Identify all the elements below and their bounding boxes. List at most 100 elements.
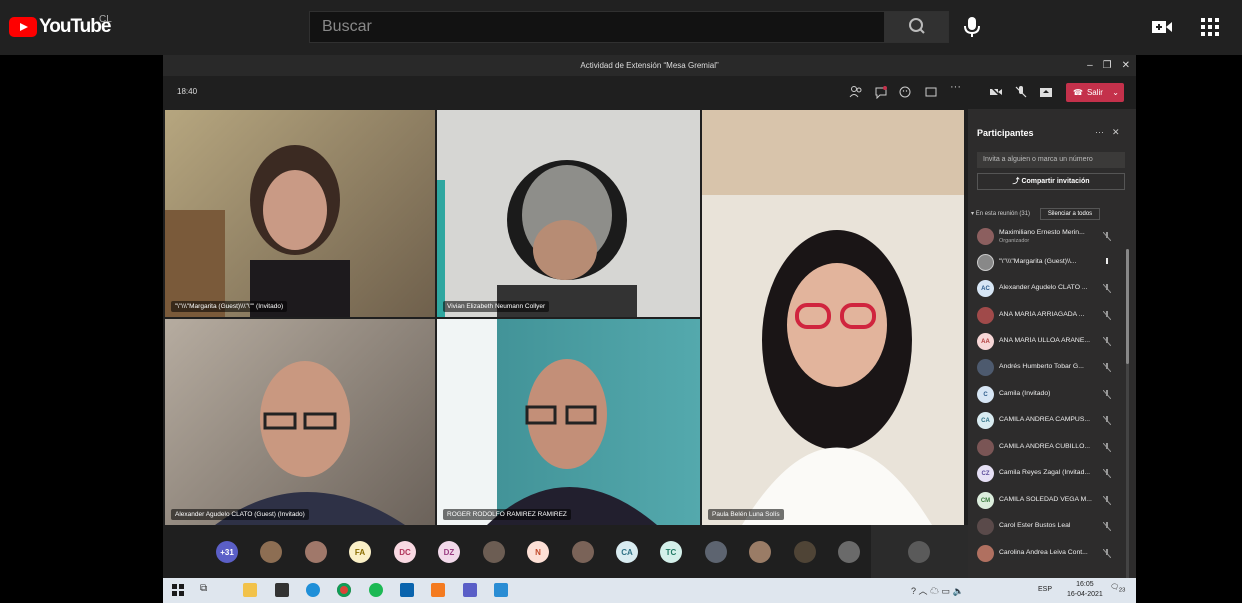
avatar[interactable]: DZ bbox=[438, 541, 460, 563]
avatar[interactable]: FA bbox=[349, 541, 371, 563]
participant-row[interactable]: Andrés Humberto Tobar G... bbox=[977, 356, 1127, 378]
clock-date: 16-04-2021 bbox=[1067, 591, 1103, 598]
youtube-play-icon bbox=[9, 17, 37, 37]
participant-name: Camila Reyes Zagal (Invitad... bbox=[999, 469, 1091, 476]
participant-name: Camila (Invitado) bbox=[999, 390, 1051, 397]
avatar[interactable] bbox=[838, 541, 860, 563]
participant-name: CAMILA ANDREA CUBILLO... bbox=[999, 443, 1091, 450]
youtube-logo[interactable]: YouTube CL bbox=[9, 14, 112, 38]
edge-icon[interactable] bbox=[306, 583, 320, 597]
participant-row[interactable]: Maximiliano Ernesto Merin... Organizador bbox=[977, 225, 1127, 247]
participants-icon[interactable] bbox=[849, 85, 863, 99]
scrollbar-thumb[interactable] bbox=[1126, 249, 1129, 364]
windows-start-icon[interactable] bbox=[171, 583, 185, 597]
meeting-toolbar: 18:40 ··· ☎ Salir ⌄ bbox=[163, 76, 1136, 109]
reactions-icon[interactable] bbox=[899, 85, 913, 99]
avatar bbox=[977, 439, 994, 456]
search-input[interactable]: Buscar bbox=[309, 11, 885, 43]
create-video-icon[interactable] bbox=[1151, 17, 1173, 37]
chrome-icon[interactable] bbox=[337, 583, 351, 597]
system-tray-icons[interactable]: ? ︿ ☁ ▭ 🔈 bbox=[911, 584, 964, 597]
rooms-icon[interactable] bbox=[924, 85, 938, 99]
avatar[interactable]: N bbox=[527, 541, 549, 563]
avatar: CA bbox=[977, 412, 994, 429]
avatar[interactable] bbox=[260, 541, 282, 563]
participant-row[interactable]: CZ Camila Reyes Zagal (Invitad... bbox=[977, 462, 1127, 484]
chat-icon[interactable] bbox=[874, 85, 888, 99]
language-indicator[interactable]: ESP bbox=[1038, 586, 1052, 593]
section-header[interactable]: ▾ En esta reunión (31) bbox=[971, 210, 1030, 217]
avatar[interactable]: CA bbox=[616, 541, 638, 563]
avatar[interactable] bbox=[305, 541, 327, 563]
participant-row[interactable]: CA CAMILA ANDREA CAMPUS... bbox=[977, 409, 1127, 431]
avatar[interactable] bbox=[794, 541, 816, 563]
leave-label: Salir bbox=[1086, 88, 1103, 97]
avatar: AC bbox=[977, 280, 994, 297]
avatar[interactable] bbox=[483, 541, 505, 563]
mic-off-icon[interactable] bbox=[1014, 85, 1028, 99]
video-tile[interactable]: Alexander Agudelo CLATO (Guest) (Invitad… bbox=[165, 319, 435, 525]
participant-name: CAMILA SOLEDAD VEGA M... bbox=[999, 496, 1092, 503]
apps-grid-icon[interactable] bbox=[1201, 18, 1219, 36]
video-tile[interactable]: Paula Belén Luna Solís bbox=[702, 110, 964, 525]
spotify-icon[interactable] bbox=[369, 583, 383, 597]
close-icon[interactable]: ✕ bbox=[1122, 60, 1130, 71]
panel-more-icon[interactable]: ··· bbox=[1095, 127, 1104, 137]
notification-center[interactable]: 🗨23 bbox=[1110, 583, 1125, 593]
avatar bbox=[977, 545, 994, 562]
file-explorer-icon[interactable] bbox=[243, 583, 257, 597]
app-icon[interactable] bbox=[494, 583, 508, 597]
window-title: Actividad de Extensión “Mesa Gremial” bbox=[163, 55, 1136, 76]
participant-row[interactable]: Carol Ester Bustos Leal bbox=[977, 515, 1127, 537]
invite-input[interactable]: Invita a alguien o marca un número bbox=[977, 152, 1125, 168]
video-tile[interactable]: Vivian Elizabeth Neumann Collyer bbox=[437, 110, 700, 317]
foxit-icon[interactable] bbox=[431, 583, 445, 597]
participant-row[interactable]: Carolina Andrea Leiva Cont... bbox=[977, 542, 1127, 564]
participant-row[interactable]: AC Alexander Agudelo CLATO ... bbox=[977, 277, 1127, 299]
avatar[interactable]: TC bbox=[660, 541, 682, 563]
participant-video bbox=[215, 361, 405, 525]
participant-row[interactable]: CM CAMILA SOLEDAD VEGA M... bbox=[977, 489, 1127, 511]
microphone-icon[interactable] bbox=[962, 16, 982, 38]
leave-button[interactable]: ☎ Salir ⌄ bbox=[1066, 83, 1124, 102]
participant-role: Organizador bbox=[999, 238, 1030, 244]
avatar: CZ bbox=[977, 465, 994, 482]
participant-row[interactable]: AA ANA MARÍA ULLOA ARANE... bbox=[977, 330, 1127, 352]
avatar: C bbox=[977, 386, 994, 403]
video-tile[interactable]: ROGER RODOLFO RAMIREZ RAMIREZ bbox=[437, 319, 700, 525]
avatar: CM bbox=[977, 492, 994, 509]
camera-off-icon[interactable] bbox=[989, 85, 1003, 99]
minimize-icon[interactable]: – bbox=[1087, 60, 1093, 71]
maximize-icon[interactable]: ❐ bbox=[1103, 60, 1112, 71]
participant-name: ANA MARÍA ARRIAGADA ... bbox=[999, 311, 1085, 318]
mute-all-button[interactable]: Silenciar a todos bbox=[1040, 208, 1100, 220]
avatar[interactable]: DC bbox=[394, 541, 416, 563]
share-screen-icon[interactable] bbox=[1039, 85, 1053, 99]
search-button[interactable] bbox=[884, 11, 949, 43]
participant-name: Carol Ester Bustos Leal bbox=[999, 522, 1071, 529]
participant-row[interactable]: C Camila (Invitado) bbox=[977, 383, 1127, 405]
section-label: En esta reunión (31) bbox=[975, 211, 1031, 217]
participant-strip: +31 FA DC DZ N CA TC bbox=[163, 525, 968, 578]
panel-close-icon[interactable]: ✕ bbox=[1112, 127, 1120, 138]
chevron-down-icon[interactable]: ⌄ bbox=[1112, 88, 1119, 97]
avatar[interactable] bbox=[572, 541, 594, 563]
store-icon[interactable] bbox=[275, 583, 289, 597]
panel-scrollbar[interactable] bbox=[1126, 249, 1129, 579]
outlook-icon[interactable] bbox=[400, 583, 414, 597]
self-view[interactable] bbox=[871, 525, 968, 578]
task-view-icon[interactable]: ⧉ bbox=[200, 583, 214, 597]
participant-row[interactable]: CAMILA ANDREA CUBILLO... bbox=[977, 436, 1127, 458]
avatar[interactable] bbox=[705, 541, 727, 563]
more-options-icon[interactable]: ··· bbox=[950, 81, 964, 95]
teams-icon[interactable] bbox=[463, 583, 477, 597]
participant-row[interactable]: ANA MARÍA ARRIAGADA ... bbox=[977, 304, 1127, 326]
avatar[interactable] bbox=[749, 541, 771, 563]
video-tile[interactable]: "\"\\\"Margarita (Guest)\\\"\"" (Invitad… bbox=[165, 110, 435, 317]
share-invite-button[interactable]: ⤴ Compartir invitación bbox=[977, 173, 1125, 190]
clock[interactable]: 16:05 16-04-2021 bbox=[1067, 580, 1103, 600]
share-invite-label: Compartir invitación bbox=[1021, 178, 1090, 185]
overflow-count[interactable]: +31 bbox=[216, 541, 238, 563]
participant-row[interactable]: "\"\\\"Margarita (Guest)\\... bbox=[977, 251, 1127, 273]
panel-title: Participantes bbox=[977, 128, 1034, 138]
